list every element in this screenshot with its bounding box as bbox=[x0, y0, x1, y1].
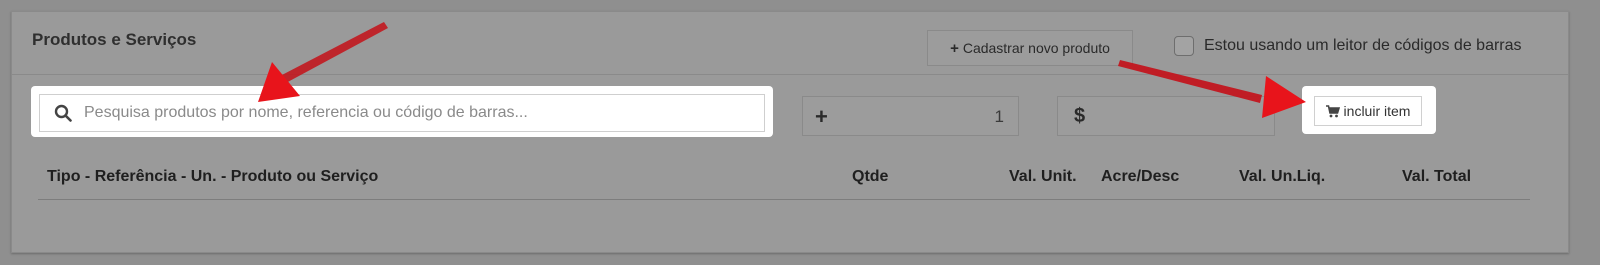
column-header-product: Tipo - Referência - Un. - Produto ou Ser… bbox=[47, 168, 379, 185]
quantity-field[interactable]: + 1 bbox=[802, 96, 1019, 136]
products-services-panel: Produtos e Serviços + Cadastrar novo pro… bbox=[11, 11, 1569, 253]
column-header-qty: Qtde bbox=[852, 168, 889, 185]
quantity-value: 1 bbox=[994, 107, 1004, 126]
header-divider bbox=[12, 74, 1568, 75]
column-header-total-value: Val. Total bbox=[1402, 168, 1472, 185]
panel-title: Produtos e Serviços bbox=[32, 30, 197, 49]
barcode-reader-label: Estou usando um leitor de códigos de bar… bbox=[1204, 37, 1522, 54]
product-search-box[interactable] bbox=[39, 94, 765, 132]
include-item-label: incluir item bbox=[1343, 103, 1411, 119]
plus-icon: + bbox=[950, 39, 959, 57]
new-product-button[interactable]: + Cadastrar novo produto bbox=[927, 30, 1133, 66]
column-header-unit-value: Val. Unit. bbox=[1009, 168, 1077, 185]
new-product-label: Cadastrar novo produto bbox=[962, 40, 1110, 56]
table-header-divider bbox=[38, 199, 1530, 200]
column-header-surcharge-discount: Acre/Desc bbox=[1101, 168, 1180, 185]
barcode-reader-option[interactable]: Estou usando um leitor de códigos de bar… bbox=[1174, 36, 1522, 56]
search-icon bbox=[54, 104, 72, 122]
column-header-net-unit-value: Val. Un.Liq. bbox=[1239, 168, 1326, 185]
include-item-button[interactable]: incluir item bbox=[1314, 96, 1422, 126]
price-field[interactable]: $ bbox=[1057, 96, 1275, 136]
plus-icon: + bbox=[815, 104, 828, 129]
cart-icon bbox=[1325, 104, 1340, 117]
product-search-input[interactable] bbox=[82, 103, 726, 123]
currency-icon: $ bbox=[1074, 105, 1086, 127]
barcode-reader-checkbox[interactable] bbox=[1174, 36, 1194, 56]
